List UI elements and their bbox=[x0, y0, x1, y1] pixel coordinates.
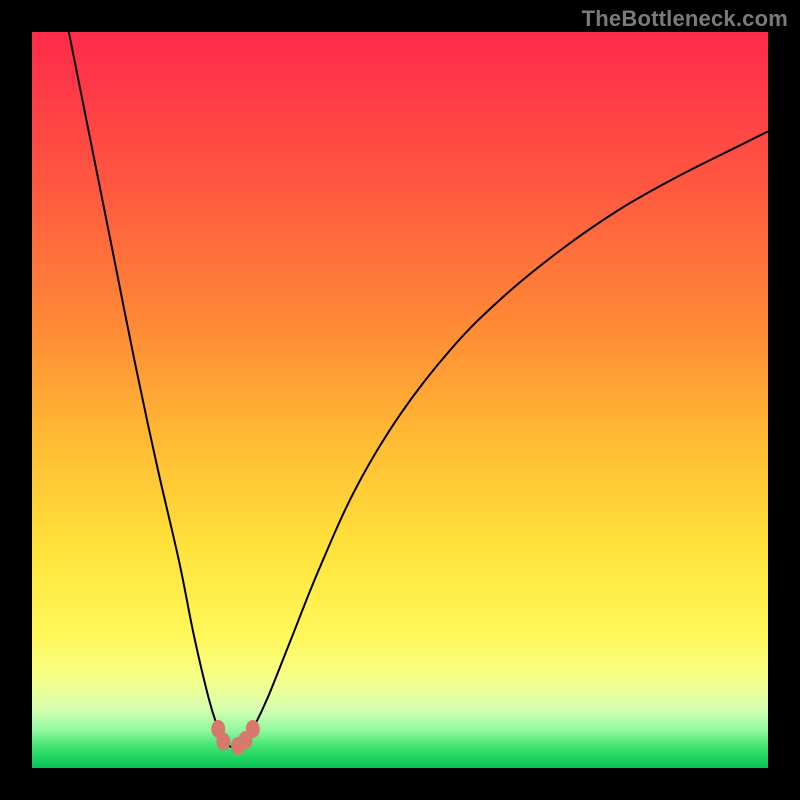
chart-frame: TheBottleneck.com bbox=[0, 0, 800, 800]
plot-area bbox=[32, 32, 768, 768]
bottleneck-curve bbox=[69, 32, 768, 747]
curve-layer bbox=[32, 32, 768, 768]
curve-markers bbox=[211, 720, 260, 755]
curve-marker bbox=[246, 720, 260, 738]
watermark-text: TheBottleneck.com bbox=[582, 6, 788, 32]
curve-marker bbox=[216, 733, 230, 751]
